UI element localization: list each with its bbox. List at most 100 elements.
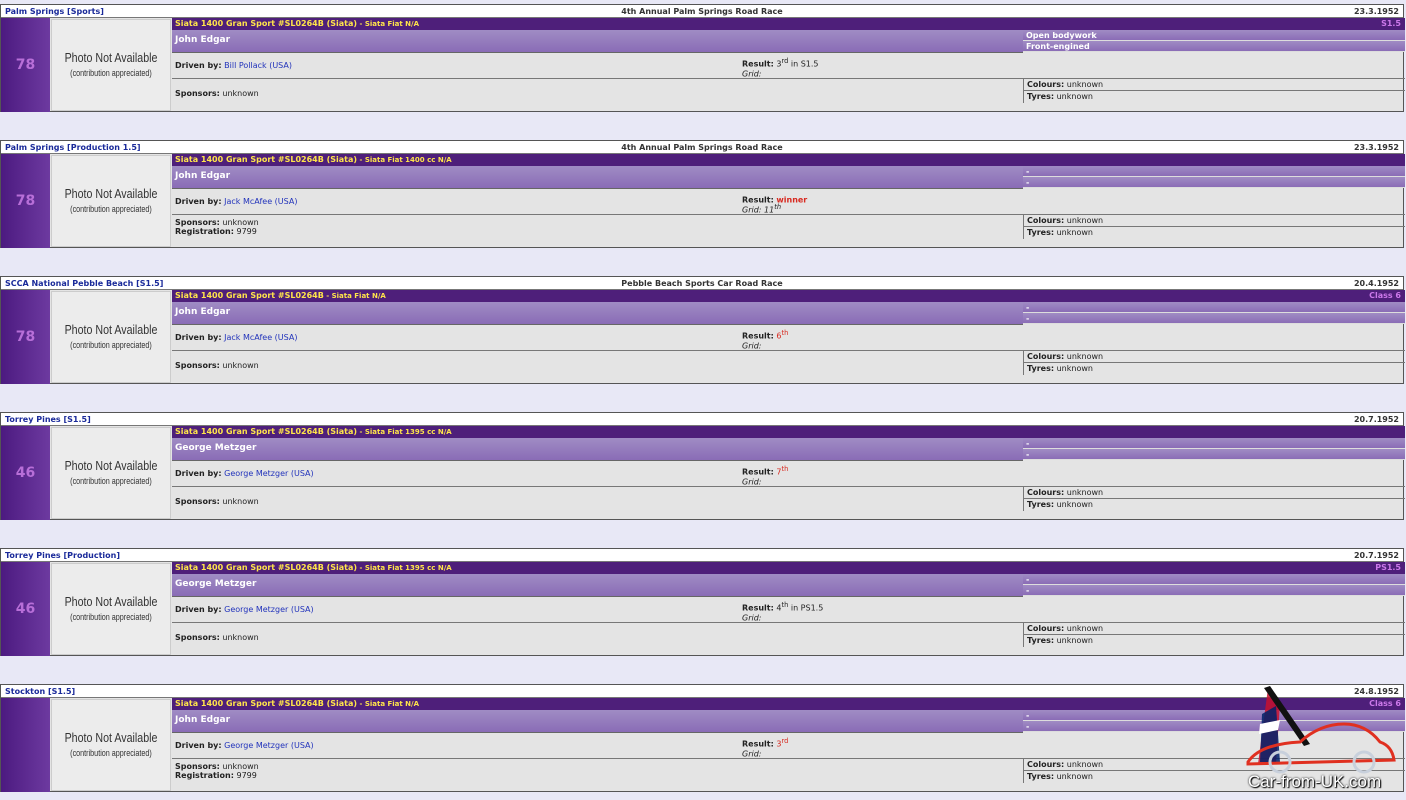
car-engine: - Siata Fiat 1400 cc N/A — [357, 156, 452, 164]
photo-title: Photo Not Available — [64, 730, 158, 745]
race-entry: Palm Springs [Sports] 4th Annual Palm Sp… — [0, 4, 1405, 112]
tyres-label: Tyres: — [1027, 772, 1055, 781]
colours-label: Colours: — [1027, 488, 1065, 497]
driven-by-label: Driven by: — [175, 741, 222, 750]
attribute-bodywork: - — [1023, 302, 1405, 313]
photo-subtitle: (contribution appreciated) — [70, 476, 152, 486]
driver-link[interactable]: Jack McAfee (USA) — [224, 333, 297, 342]
sponsors-value: unknown — [222, 497, 259, 506]
car-name: Siata 1400 Gran Sport #SL0264B (Siata) — [175, 19, 358, 28]
tyres-cell: Tyres: unknown — [1023, 91, 1405, 103]
race-entry: Torrey Pines [S1.5] 20.7.1952 46 Photo N… — [0, 412, 1405, 520]
photo-title: Photo Not Available — [64, 594, 158, 609]
sponsors-label: Sponsors: — [175, 633, 220, 642]
car-name: Siata 1400 Gran Sport #SL0264B (Siata) — [175, 427, 358, 436]
race-name: 4th Annual Palm Springs Road Race — [621, 7, 783, 16]
attribute-bodywork: - — [1023, 166, 1405, 177]
driver-link[interactable]: Jack McAfee (USA) — [224, 197, 297, 206]
union-jack-car-icon — [1246, 686, 1396, 774]
sponsors-value: unknown — [222, 218, 259, 227]
result-ordinal: th — [781, 329, 789, 337]
attribute-engine-position: - — [1023, 313, 1405, 324]
grid-value: 11 — [764, 205, 775, 215]
race-entry: Palm Springs [Production 1.5] 4th Annual… — [0, 140, 1405, 248]
tyres-value: unknown — [1056, 500, 1093, 509]
attribute-engine-position: Front-engined — [1023, 41, 1405, 52]
car-number: 78 — [1, 154, 50, 248]
grid-label: Grid: — [742, 341, 762, 351]
photo-subtitle: (contribution appreciated) — [70, 204, 152, 214]
entrant-name: John Edgar — [172, 710, 1023, 733]
registration-value: 9799 — [236, 771, 257, 780]
driver-cell: Driven by: Bill Pollack (USA) — [172, 53, 739, 79]
car-name: Siata 1400 Gran Sport #SL0264B — [175, 291, 324, 300]
colours-value: unknown — [1066, 216, 1104, 225]
photo-subtitle: (contribution appreciated) — [70, 340, 152, 350]
car-name: Siata 1400 Gran Sport #SL0264B (Siata) — [175, 155, 358, 164]
race-header: Palm Springs [Sports] 4th Annual Palm Sp… — [1, 5, 1403, 18]
photo-title: Photo Not Available — [64, 186, 158, 201]
event-link[interactable]: Torrey Pines [S1.5] — [5, 415, 91, 424]
car-number: 78 — [1, 290, 50, 384]
entrant-name: George Metzger — [172, 574, 1023, 597]
car-engine: - Siata Fiat 1395 cc N/A — [357, 564, 452, 572]
photo-title: Photo Not Available — [64, 322, 158, 337]
colours-cell: Colours: unknown — [1023, 487, 1405, 499]
tyres-cell: Tyres: unknown — [1023, 499, 1405, 511]
colours-value: unknown — [1066, 624, 1104, 633]
driver-cell: Driven by: Jack McAfee (USA) — [172, 189, 739, 215]
class-badge — [1307, 154, 1405, 166]
attribute-engine-position: - — [1023, 449, 1405, 460]
entrant-name: George Metzger — [172, 438, 1023, 461]
event-link[interactable]: Stockton [S1.5] — [5, 687, 75, 696]
driver-link[interactable]: George Metzger (USA) — [224, 469, 314, 478]
colours-value: unknown — [1066, 352, 1104, 361]
colours-label: Colours: — [1027, 216, 1065, 225]
driven-by-label: Driven by: — [175, 605, 222, 614]
car-engine: - Siata Fiat N/A — [357, 700, 420, 708]
sponsors-cell: Sponsors: unknown Registration: 9799 — [172, 759, 1023, 792]
colours-label: Colours: — [1027, 624, 1065, 633]
car-number: 46 — [1, 562, 50, 656]
registration-value: 9799 — [236, 227, 257, 236]
colours-value: unknown — [1066, 760, 1104, 769]
sponsors-cell: Sponsors: unknown — [172, 623, 1023, 656]
driver-link[interactable]: George Metzger (USA) — [224, 741, 314, 750]
result-cell: Result: 3rd in S1.5 Grid: — [739, 53, 1405, 79]
sponsors-value: unknown — [222, 361, 259, 370]
sponsors-label: Sponsors: — [175, 89, 220, 98]
race-entry: SCCA National Pebble Beach [S1.5] Pebble… — [0, 276, 1405, 384]
race-name: Pebble Beach Sports Car Road Race — [621, 279, 783, 288]
race-date: 20.7.1952 — [1353, 415, 1399, 424]
race-date: 20.7.1952 — [1353, 551, 1399, 560]
grid-ordinal: th — [774, 203, 782, 211]
colours-value: unknown — [1066, 488, 1104, 497]
driver-link[interactable]: George Metzger (USA) — [224, 605, 314, 614]
photo-title: Photo Not Available — [64, 458, 158, 473]
race-entry: Torrey Pines [Production] 20.7.1952 46 P… — [0, 548, 1405, 656]
grid-label: Grid: — [742, 613, 762, 623]
race-header: Stockton [S1.5] 24.8.1952 — [1, 685, 1403, 698]
race-date: 23.3.1952 — [1353, 7, 1399, 16]
car-title-bar: Siata 1400 Gran Sport #SL0264B (Siata) -… — [172, 154, 1307, 166]
tyres-cell: Tyres: unknown — [1023, 363, 1405, 375]
result-ordinal: rd — [781, 737, 789, 745]
race-header: Palm Springs [Production 1.5] 4th Annual… — [1, 141, 1403, 154]
tyres-cell: Tyres: unknown — [1023, 635, 1405, 647]
race-entry: Stockton [S1.5] 24.8.1952 Photo Not Avai… — [0, 684, 1405, 792]
sponsors-label: Sponsors: — [175, 218, 220, 227]
event-link[interactable]: Torrey Pines [Production] — [5, 551, 120, 560]
result-cell: Result: winner Grid: 11th — [739, 189, 1405, 215]
attribute-bodywork: Open bodywork — [1023, 30, 1405, 41]
photo-placeholder: Photo Not Available (contribution apprec… — [51, 291, 171, 383]
tyres-label: Tyres: — [1027, 364, 1055, 373]
colours-cell: Colours: unknown — [1023, 351, 1405, 363]
class-badge: PS1.5 — [1307, 562, 1405, 574]
watermark-logo: Car-from-UK.com — [1240, 684, 1400, 796]
driver-cell: Driven by: Jack McAfee (USA) — [172, 325, 739, 351]
grid-label: Grid: — [742, 205, 762, 215]
car-title-bar: Siata 1400 Gran Sport #SL0264B (Siata) -… — [172, 426, 1307, 438]
attribute-bodywork: - — [1023, 438, 1405, 449]
result-cell: Result: 6th Grid: — [739, 325, 1405, 351]
driver-link[interactable]: Bill Pollack (USA) — [224, 61, 292, 70]
